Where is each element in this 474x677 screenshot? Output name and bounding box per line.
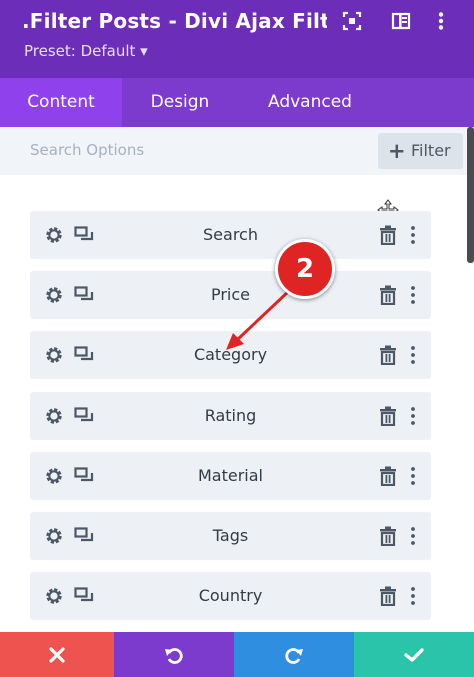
trash-icon[interactable] <box>379 466 397 486</box>
filter-row-country[interactable]: Country <box>30 572 431 620</box>
module-title: .Filter Posts - Divi Ajax Filte... <box>22 9 327 33</box>
split-view-icon[interactable] <box>391 11 411 31</box>
trash-icon[interactable] <box>379 406 397 426</box>
filter-row-label: Category <box>193 345 268 364</box>
trash-icon[interactable] <box>379 526 397 546</box>
more-vertical-icon[interactable] <box>408 586 418 606</box>
redo-button[interactable] <box>234 632 354 677</box>
trash-icon[interactable] <box>379 345 397 365</box>
close-icon <box>49 646 65 663</box>
more-vertical-icon[interactable] <box>408 225 418 245</box>
filter-row-label: Rating <box>204 406 257 425</box>
more-vertical-icon[interactable] <box>408 526 418 546</box>
more-vertical-icon[interactable] <box>431 11 451 31</box>
annotation-step-badge: 2 <box>275 239 335 299</box>
filter-row-material[interactable]: Material <box>30 452 431 500</box>
filter-row-label: Country <box>198 586 263 605</box>
filter-row-rating[interactable]: Rating <box>30 392 431 440</box>
tab-advanced[interactable]: Advanced <box>238 78 382 127</box>
trash-icon[interactable] <box>379 586 397 606</box>
filter-row-tags[interactable]: Tags <box>30 512 431 560</box>
more-vertical-icon[interactable] <box>408 345 418 365</box>
preset-selector[interactable]: Preset: Default ▾ <box>24 42 148 60</box>
filter-row-label: Price <box>210 285 251 304</box>
filter-row-label: Tags <box>212 526 249 545</box>
module-settings-header: .Filter Posts - Divi Ajax Filte... Prese… <box>0 0 474 78</box>
filter-row-category[interactable]: Category <box>30 331 431 379</box>
trash-icon[interactable] <box>379 285 397 305</box>
more-vertical-icon[interactable] <box>408 285 418 305</box>
tab-design[interactable]: Design <box>122 78 238 127</box>
scrollbar[interactable] <box>467 127 474 263</box>
tab-content[interactable]: Content <box>0 78 122 127</box>
settings-tabs: Content Design Advanced <box>0 78 474 127</box>
plus-icon: + <box>388 139 406 163</box>
expand-icon[interactable] <box>342 11 362 31</box>
trash-icon[interactable] <box>379 225 397 245</box>
redo-icon <box>285 647 303 664</box>
more-vertical-icon[interactable] <box>408 466 418 486</box>
filter-row-price[interactable]: Price <box>30 271 431 319</box>
filter-row-label: Material <box>198 466 263 485</box>
filter-button-label: Filter <box>411 141 451 160</box>
filter-row-search[interactable]: Search <box>30 211 431 259</box>
discard-button[interactable] <box>0 632 114 677</box>
search-input[interactable]: Search Options <box>30 141 144 159</box>
filter-button[interactable]: + Filter <box>378 133 463 169</box>
undo-icon <box>165 647 183 664</box>
save-button[interactable] <box>354 632 474 677</box>
filter-row-label: Search <box>203 225 258 244</box>
check-icon <box>404 647 424 662</box>
more-vertical-icon[interactable] <box>408 406 418 426</box>
action-footer <box>0 632 474 677</box>
undo-button[interactable] <box>114 632 234 677</box>
